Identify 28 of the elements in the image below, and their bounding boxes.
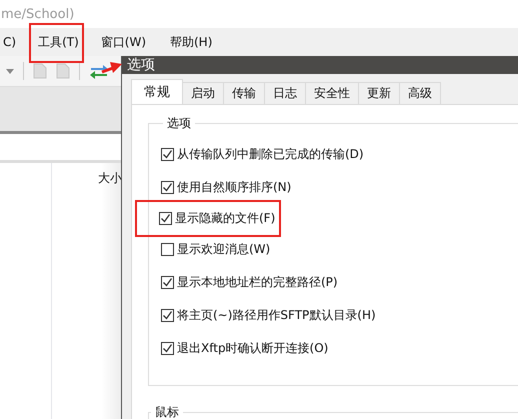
menu-item[interactable]: 工具(T) [29, 22, 84, 62]
column-header[interactable]: 大小 [98, 170, 122, 187]
checkbox[interactable] [161, 309, 174, 322]
checkbox[interactable] [161, 243, 174, 256]
option-label[interactable]: 显示隐藏的文件(F) [175, 210, 276, 227]
checkbox[interactable] [161, 181, 174, 194]
menu-item[interactable]: C) [1, 33, 18, 51]
option-label[interactable]: 将主页(~)路径用作SFTP默认目录(H) [177, 307, 376, 324]
menu-item[interactable]: 帮助(H) [168, 32, 214, 52]
arrow [101, 60, 123, 74]
option-label[interactable]: 显示欢迎消息(W) [177, 241, 270, 258]
window-title: me/School) [1, 6, 74, 22]
menu-item[interactable]: 窗口(W) [98, 32, 148, 52]
checkbox[interactable] [161, 342, 174, 355]
transfer-icon[interactable] [89, 63, 109, 79]
caret-icon[interactable] [6, 68, 14, 74]
option-label[interactable]: 从传输队列中删除已完成的传输(D) [177, 146, 364, 163]
group-title: 选项 [166, 115, 192, 132]
option-label[interactable]: 显示本地地址栏的完整路径(P) [177, 274, 338, 291]
tab[interactable]: 常规 [131, 79, 183, 104]
dialog-title: 选项 [127, 56, 155, 74]
option-label[interactable]: 使用自然顺序排序(N) [177, 179, 292, 196]
group-title: 鼠标 [154, 404, 180, 419]
checkbox[interactable] [161, 148, 174, 161]
checkbox[interactable] [159, 212, 172, 225]
tab[interactable]: 高级 [399, 82, 441, 104]
checkbox[interactable] [161, 276, 174, 289]
option-label[interactable]: 退出Xftp时确认断开连接(O) [177, 340, 328, 357]
